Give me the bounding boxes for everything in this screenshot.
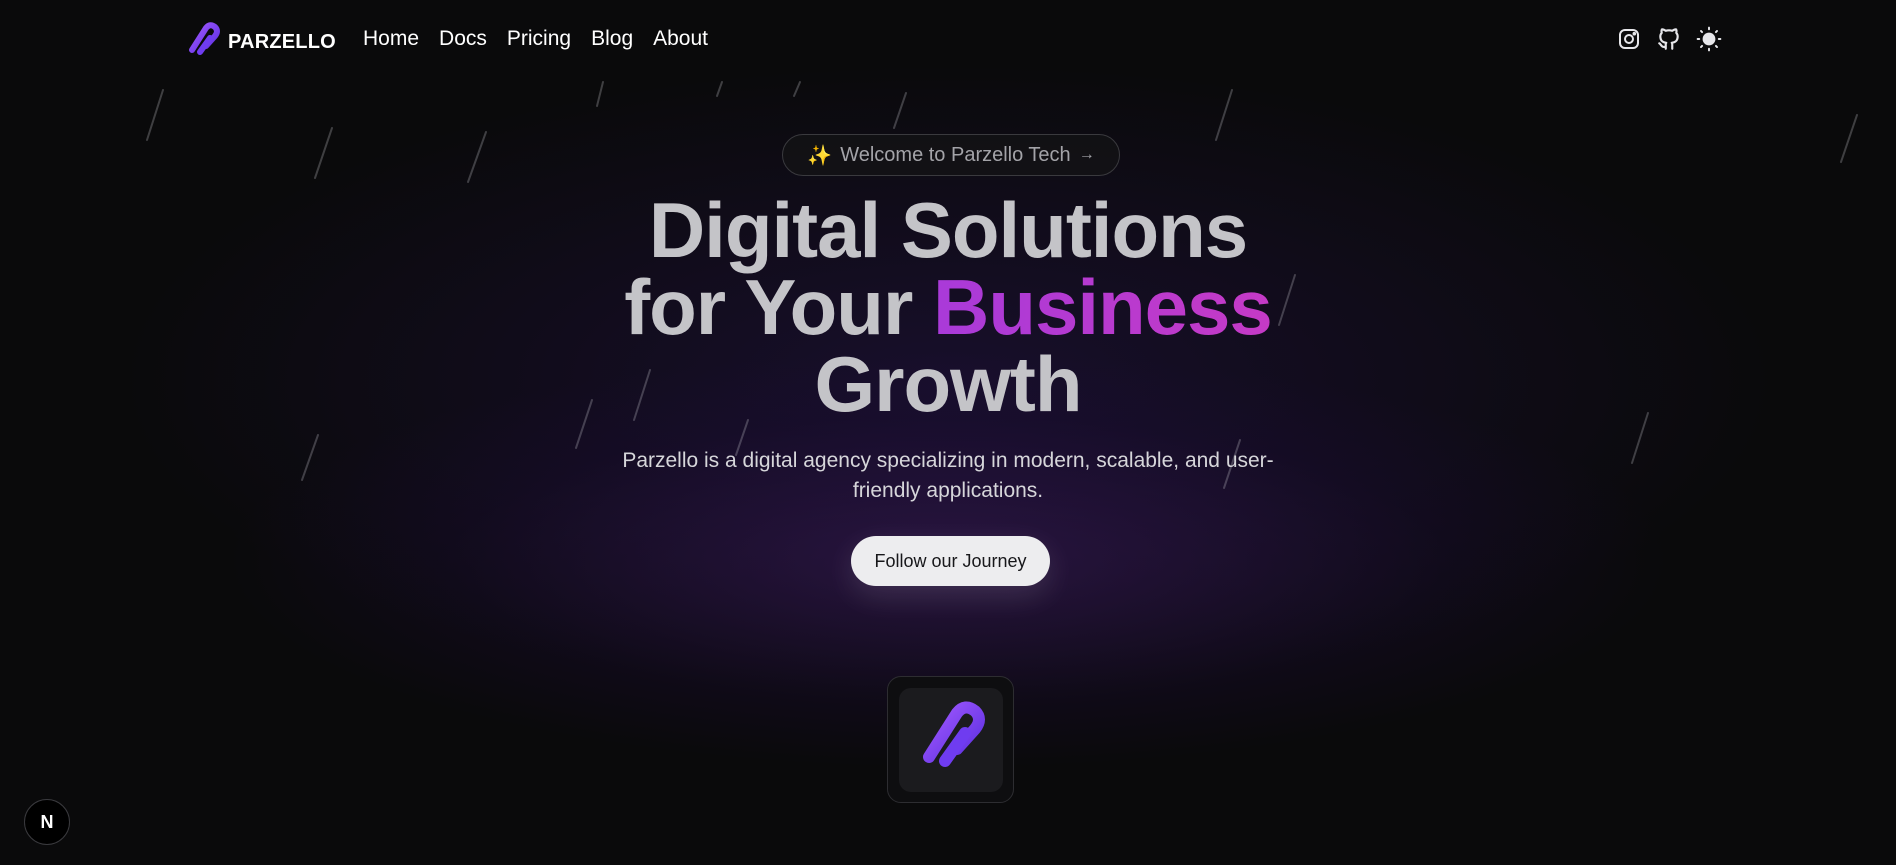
- sparkles-icon: ✨: [807, 144, 833, 167]
- parzello-logo-large-icon: [917, 701, 985, 778]
- arrow-right-icon: →: [1078, 146, 1095, 163]
- logo-tile-inner: [898, 687, 1003, 792]
- sun-icon[interactable]: [1696, 26, 1722, 52]
- nav-item-about[interactable]: About: [653, 27, 708, 51]
- brand-name: PARZELLO: [228, 31, 336, 53]
- nav-icon-group: [1616, 26, 1722, 52]
- welcome-badge[interactable]: ✨ Welcome to Parzello Tech →: [782, 134, 1120, 176]
- nav-item-home[interactable]: Home: [363, 27, 419, 51]
- headline-line-1: Digital Solutions: [648, 186, 1248, 274]
- hero-subtitle: Parzello is a digital agency specializin…: [622, 449, 1274, 502]
- github-icon[interactable]: [1656, 26, 1682, 52]
- instagram-icon[interactable]: [1616, 26, 1642, 52]
- follow-journey-button[interactable]: Follow our Journey: [851, 536, 1050, 586]
- headline-line-3: Growth: [814, 340, 1083, 428]
- main-menu: Home Docs Pricing Blog About: [363, 27, 708, 51]
- logo-tile: [887, 676, 1014, 803]
- parzello-logo-icon: [186, 22, 220, 63]
- top-navigation: PARZELLO Home Docs Pricing Blog About: [0, 0, 1896, 80]
- headline-accent-word: Business: [932, 263, 1273, 351]
- welcome-badge-text: Welcome to Parzello Tech: [840, 143, 1071, 166]
- nextjs-dev-indicator[interactable]: N: [24, 799, 70, 845]
- hero-headline: Digital Solutions for Your Business Grow…: [548, 191, 1348, 423]
- nav-item-blog[interactable]: Blog: [591, 27, 633, 51]
- brand[interactable]: PARZELLO: [186, 22, 336, 63]
- headline-line-2-start: for Your: [624, 263, 933, 351]
- nav-item-pricing[interactable]: Pricing: [507, 27, 571, 51]
- nav-item-docs[interactable]: Docs: [439, 27, 487, 51]
